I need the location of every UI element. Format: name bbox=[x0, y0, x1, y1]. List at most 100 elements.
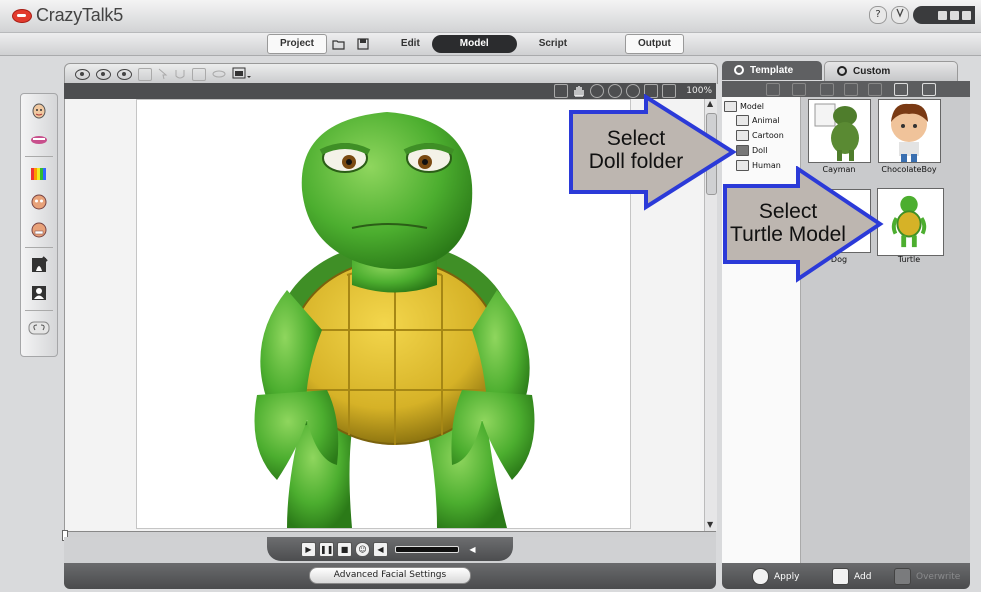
speaker-icon[interactable]: ◀ bbox=[373, 541, 388, 557]
tab-custom-label: Custom bbox=[853, 66, 891, 77]
search-library-icon[interactable] bbox=[894, 83, 908, 96]
background-mask-icon[interactable] bbox=[28, 254, 50, 276]
window-buttons bbox=[913, 6, 975, 24]
close-button[interactable] bbox=[962, 10, 971, 20]
mask-icon[interactable] bbox=[192, 67, 206, 81]
add-label: Add bbox=[854, 571, 872, 582]
callout-doll-line2: Doll folder bbox=[588, 150, 684, 173]
tab-custom[interactable]: Custom bbox=[824, 61, 958, 81]
feedback-icon[interactable] bbox=[891, 6, 909, 24]
callout-turtle-line1: Select bbox=[758, 200, 818, 223]
view-eye-icon[interactable] bbox=[117, 68, 132, 80]
callout-turtle-line2: Turtle Model bbox=[730, 223, 846, 246]
mode-edit[interactable]: Edit bbox=[389, 35, 432, 53]
window-controls: ? bbox=[869, 6, 975, 24]
stage-footer: Advanced Facial Settings bbox=[64, 563, 716, 589]
color-adjust-icon[interactable] bbox=[28, 163, 50, 185]
library-tabs: Template Custom bbox=[722, 61, 970, 81]
callout-doll-line1: Select bbox=[606, 127, 666, 150]
grid-icon[interactable] bbox=[138, 67, 152, 81]
stop-button[interactable]: ■ bbox=[337, 541, 352, 557]
volume-slider[interactable] bbox=[395, 545, 459, 553]
view-eye-icon[interactable] bbox=[96, 68, 111, 80]
tree-folder-label: Cartoon bbox=[752, 131, 784, 140]
library-toolbar bbox=[722, 81, 970, 97]
tab-template-label: Template bbox=[750, 65, 794, 76]
apply-icon bbox=[752, 568, 769, 585]
teeth-settings-icon[interactable] bbox=[28, 219, 50, 241]
tree-folder-label: Doll bbox=[752, 146, 768, 155]
background-dropdown-icon[interactable] bbox=[232, 67, 252, 81]
app-title: CrazyTalk5 bbox=[36, 5, 124, 25]
tree-folder-animal[interactable]: Animal bbox=[736, 115, 780, 126]
tree-folder-label: Animal bbox=[752, 116, 780, 125]
face-fitting-icon[interactable] bbox=[28, 100, 50, 122]
mode-tabs: Project Edit Model Script Output bbox=[267, 34, 684, 54]
overwrite-label: Overwrite bbox=[916, 571, 961, 582]
open-folder-icon[interactable] bbox=[332, 38, 346, 50]
delete-icon[interactable] bbox=[868, 83, 882, 96]
fit-view-icon[interactable] bbox=[554, 84, 569, 98]
add-icon bbox=[832, 568, 849, 585]
model-canvas[interactable] bbox=[136, 99, 631, 529]
divider bbox=[25, 310, 53, 311]
preview-face-icon[interactable]: ☺ bbox=[355, 541, 370, 557]
mode-output[interactable]: Output bbox=[625, 34, 684, 54]
mode-project[interactable]: Project bbox=[267, 34, 327, 54]
apply-button[interactable]: Apply bbox=[752, 568, 799, 585]
turtle-character-image bbox=[254, 112, 535, 528]
model-name-chocolateboy: ChocolateBoy bbox=[881, 165, 937, 174]
turtle-thumbnail-image bbox=[891, 195, 927, 248]
model-name-turtle: Turtle bbox=[897, 255, 921, 264]
stage-toolbar bbox=[64, 63, 718, 84]
custom-icon bbox=[837, 66, 847, 76]
cayman-image bbox=[814, 103, 859, 161]
scroll-down-icon[interactable]: ▼ bbox=[707, 521, 715, 529]
model-thumbnail-chocolateboy[interactable] bbox=[878, 99, 941, 163]
trash-icon[interactable] bbox=[922, 83, 936, 96]
tree-folder-doll[interactable]: Doll bbox=[736, 145, 768, 156]
tree-folder-cartoon[interactable]: Cartoon bbox=[736, 130, 784, 141]
maximize-button[interactable] bbox=[950, 10, 959, 20]
model-thumbnail-cayman[interactable] bbox=[808, 99, 871, 163]
undo-redo-icon[interactable] bbox=[28, 317, 50, 339]
portrait-icon[interactable] bbox=[28, 282, 50, 304]
mode-script[interactable]: Script bbox=[517, 35, 589, 53]
add-button[interactable]: Add bbox=[832, 568, 871, 585]
pointer-icon[interactable] bbox=[158, 68, 168, 80]
overwrite-icon bbox=[894, 568, 911, 585]
chocolateboy-image bbox=[891, 103, 928, 162]
library-footer: Apply Add Overwrite bbox=[722, 563, 970, 589]
advanced-facial-settings-button[interactable]: Advanced Facial Settings bbox=[309, 567, 471, 584]
volume-up-icon[interactable]: ◀ bbox=[466, 543, 479, 556]
playback-controls: ▶ ❚❚ ■ ☺ ◀ ◀ bbox=[267, 537, 513, 561]
app-logo-icon bbox=[12, 9, 32, 23]
paste-icon[interactable] bbox=[844, 83, 858, 96]
tree-root-label: Model bbox=[740, 102, 765, 111]
mouth-icon[interactable] bbox=[28, 128, 50, 150]
left-toolbar bbox=[20, 93, 58, 357]
callout-turtle-text: Select Turtle Model bbox=[722, 200, 854, 246]
divider bbox=[25, 156, 53, 157]
model-thumbnail-turtle[interactable] bbox=[877, 188, 944, 256]
new-file-icon[interactable] bbox=[792, 83, 806, 96]
help-button[interactable]: ? bbox=[869, 6, 887, 24]
list-view-icon[interactable] bbox=[766, 83, 780, 96]
copy-icon[interactable] bbox=[820, 83, 834, 96]
view-mode-icon[interactable] bbox=[212, 70, 226, 78]
pause-button[interactable]: ❚❚ bbox=[319, 541, 334, 557]
lasso-icon[interactable] bbox=[174, 68, 186, 80]
divider bbox=[25, 247, 53, 248]
save-icon[interactable] bbox=[356, 38, 370, 50]
template-icon bbox=[734, 65, 744, 75]
mode-model[interactable]: Model bbox=[431, 35, 517, 53]
view-eye-icon[interactable] bbox=[75, 68, 90, 80]
eye-settings-icon[interactable] bbox=[28, 191, 50, 213]
mode-bar: Project Edit Model Script Output bbox=[0, 33, 981, 56]
tab-template[interactable]: Template bbox=[722, 61, 822, 80]
overwrite-button[interactable]: Overwrite bbox=[894, 568, 960, 585]
play-button[interactable]: ▶ bbox=[301, 541, 316, 557]
title-bar: CrazyTalk5 ? bbox=[0, 0, 981, 33]
apply-label: Apply bbox=[774, 571, 800, 582]
minimize-button[interactable] bbox=[938, 10, 947, 20]
